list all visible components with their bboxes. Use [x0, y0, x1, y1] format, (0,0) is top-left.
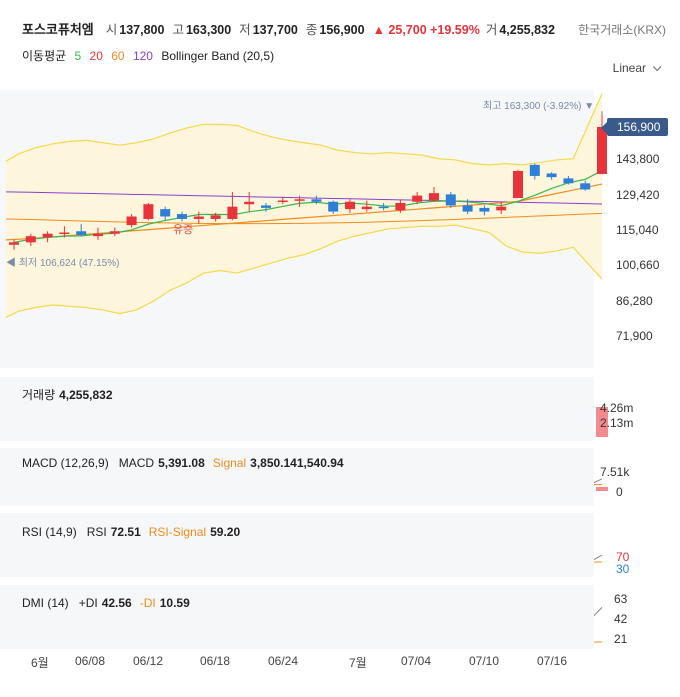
candle-body	[546, 173, 557, 178]
volume-title-text: 거래량	[22, 388, 56, 402]
candle-body	[445, 194, 456, 206]
candle-body	[462, 205, 473, 212]
x-axis-label: 06/08	[75, 654, 106, 668]
pdi-value: 42.56	[101, 596, 132, 610]
signal-value: 3,850.141,540.94	[250, 456, 344, 470]
x-axis-label: 07/16	[537, 654, 568, 668]
candle-body	[109, 231, 120, 234]
price-axis-label: 143,800	[616, 152, 660, 167]
rsi-signal-label: RSI-Signal	[148, 525, 207, 539]
current-price-tag: 156,900	[600, 118, 669, 136]
candle-body	[395, 202, 406, 211]
macd-bar	[596, 487, 608, 491]
pdi-label: +DI	[78, 596, 98, 610]
candle-body	[143, 204, 154, 219]
high-note: 최고 163,300 (-3.92%) ▼	[483, 101, 595, 112]
dmi-axis-42: 42	[614, 612, 628, 626]
price-axis-label: 129,420	[616, 187, 660, 202]
x-axis-label: 06/12	[133, 654, 164, 668]
candle-body	[193, 216, 204, 219]
candle-body	[93, 233, 103, 237]
candle-body	[597, 127, 607, 174]
candle-body	[59, 232, 70, 234]
macd-axis-max: 7.51k	[600, 465, 630, 479]
volume-title: 거래량 4,255,832	[22, 386, 121, 403]
dmi-axis-63: 63	[614, 592, 628, 606]
candle-body	[160, 209, 171, 217]
dmi-title-text: DMI (14)	[22, 596, 69, 610]
price-axis-label: 71,900	[616, 329, 653, 343]
rsi-axis-30: 30	[616, 562, 630, 576]
volume-title-value: 4,255,832	[59, 388, 113, 402]
x-axis-label: 6월	[31, 656, 49, 670]
candle-body	[25, 236, 36, 243]
macd-title-text: MACD (12,26,9)	[22, 456, 109, 470]
rsi-label: RSI	[86, 525, 107, 539]
low-note: ◀ 최저 106,624 (47.15%)	[6, 258, 120, 269]
candle-body	[9, 242, 19, 245]
rsi-value: 72.51	[110, 525, 141, 539]
candle-body	[177, 214, 187, 219]
candle-body	[345, 201, 355, 210]
candle-body	[580, 183, 591, 190]
candle-body	[361, 206, 372, 210]
mdi-value: 10.59	[159, 596, 190, 610]
mdi-label: -DI	[139, 596, 156, 610]
candle-body	[378, 206, 389, 209]
rsi-panel[interactable]	[0, 513, 594, 577]
rsi-title: RSI (14,9) RSI 72.51 RSI-Signal 59.20	[22, 525, 248, 539]
candle-body	[429, 193, 439, 201]
candle-body	[529, 164, 540, 176]
price-axis-label: 115,040	[616, 222, 659, 237]
candle-body	[479, 207, 490, 212]
x-axis-label: 07/04	[401, 654, 432, 668]
candle-body	[244, 201, 255, 205]
macd-value: 5,391.08	[158, 456, 205, 470]
bollinger-fill	[6, 93, 602, 318]
price-axis-label: 100,660	[616, 258, 660, 273]
macd-label: MACD	[118, 456, 155, 470]
event-note: 유증	[173, 224, 194, 236]
x-axis-label: 07/10	[469, 654, 500, 668]
candle-body	[227, 206, 238, 219]
candle-body	[277, 200, 288, 203]
candle-body	[76, 231, 87, 235]
dmi-panel[interactable]	[0, 585, 594, 649]
candle-body	[126, 216, 137, 226]
candle-body	[42, 233, 53, 238]
candle-body	[563, 178, 574, 184]
volume-axis-mid: 2.13m	[600, 416, 634, 430]
candle-body	[294, 199, 305, 201]
x-axis-label: 06/24	[268, 654, 299, 668]
volume-axis-max: 4.26m	[600, 401, 634, 415]
price-axis-label: 86,280	[616, 293, 653, 308]
candle-body	[311, 199, 322, 202]
rsi-title-text: RSI (14,9)	[22, 525, 77, 539]
candle-body	[412, 195, 423, 202]
candle-body	[328, 201, 339, 212]
x-axis-label: 7월	[349, 656, 367, 670]
macd-title: MACD (12,26,9) MACD 5,391.08 Signal 3,850.1…	[22, 456, 352, 470]
macd-axis-zero: 0	[616, 485, 623, 499]
x-axis-label: 06/18	[200, 654, 231, 668]
dmi-axis-21: 21	[614, 632, 628, 646]
candle-body	[513, 171, 523, 199]
signal-label: Signal	[212, 456, 247, 470]
candle-body	[496, 206, 507, 211]
candle-body	[261, 205, 271, 208]
candle-body	[210, 215, 221, 219]
dmi-title: DMI (14) +DI 42.56 -DI 10.59	[22, 596, 198, 610]
rsi-signal-value: 59.20	[210, 525, 241, 539]
